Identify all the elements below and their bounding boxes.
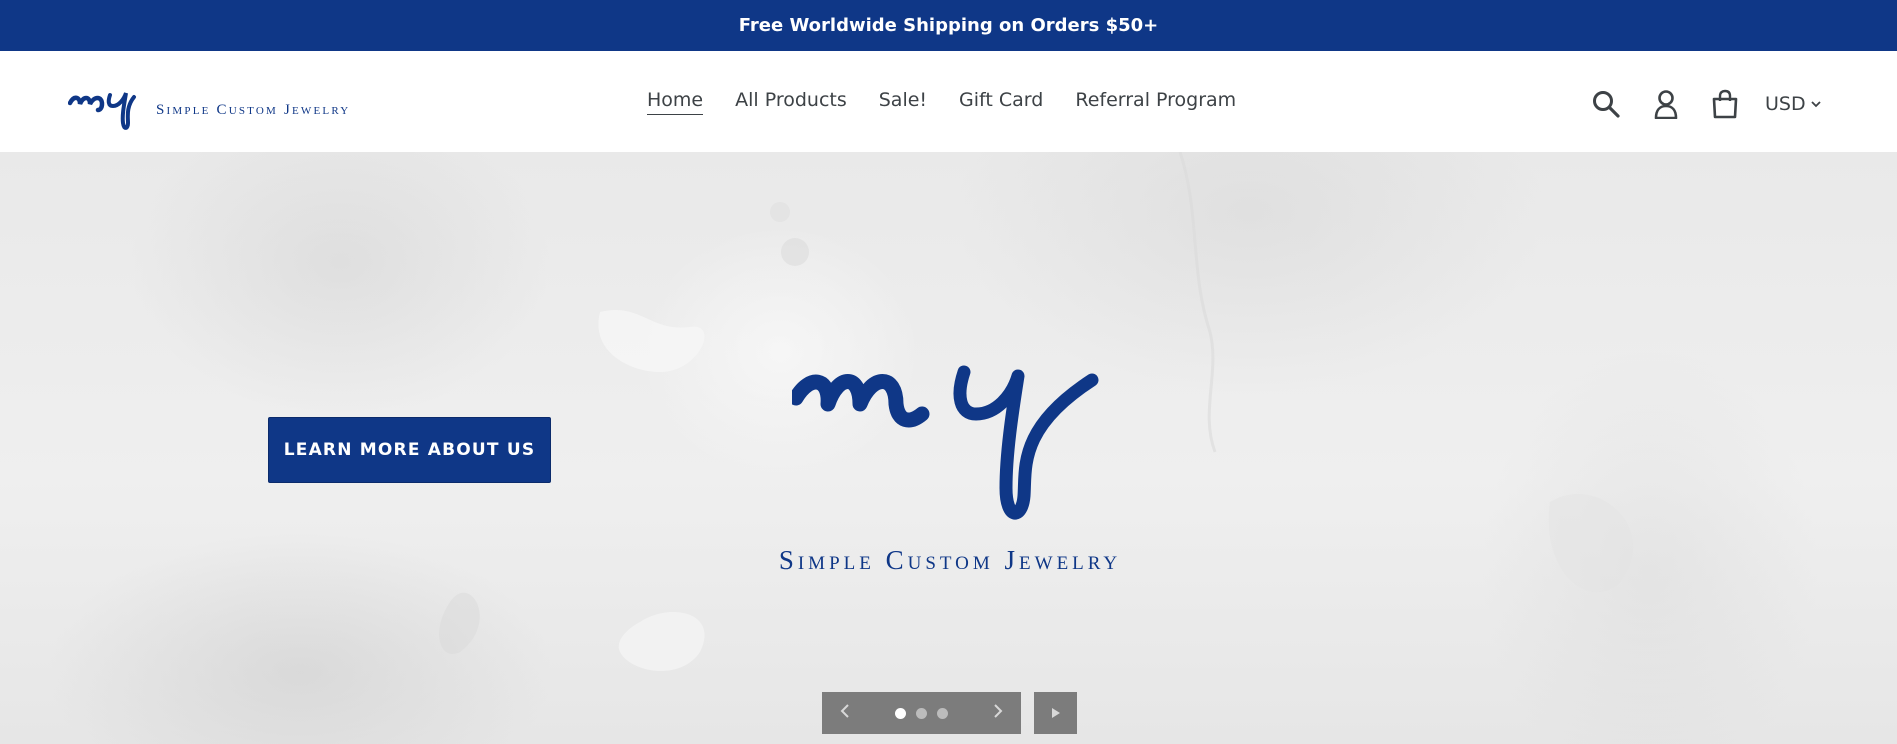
- learn-more-button[interactable]: LEARN MORE ABOUT US: [268, 417, 551, 483]
- chevron-down-icon: [1810, 101, 1821, 108]
- nav-gift-card[interactable]: Gift Card: [959, 89, 1043, 115]
- next-slide-button[interactable]: [993, 703, 1003, 723]
- cart-button[interactable]: [1708, 87, 1742, 121]
- hero-tagline: Simple Custom Jewelry: [778, 545, 1122, 575]
- nav-all-products[interactable]: All Products: [735, 89, 847, 115]
- slide-dots: [895, 707, 948, 719]
- play-icon: [1051, 708, 1060, 718]
- nav-home[interactable]: Home: [647, 89, 704, 115]
- currency-value: USD: [1765, 93, 1806, 115]
- hero-monogram-logo: [792, 365, 1099, 520]
- announcement-text: Free Worldwide Shipping on Orders $50+: [738, 15, 1159, 36]
- currency-selector[interactable]: USD: [1765, 93, 1822, 115]
- logo-wordmark: Simple Custom Jewelry: [156, 101, 351, 118]
- chevron-right-icon: [994, 703, 1003, 718]
- slide-dot-3[interactable]: [937, 707, 948, 719]
- slideshow-controls: [822, 692, 1021, 734]
- search-button[interactable]: [1589, 87, 1623, 121]
- account-icon: [1654, 90, 1678, 119]
- hero-slideshow: LEARN MORE ABOUT US Simple Custom Jewelr…: [0, 152, 1897, 744]
- monogram-logo-icon: [68, 92, 136, 130]
- chevron-left-icon: [840, 703, 849, 718]
- nav-referral-program[interactable]: Referral Program: [1075, 89, 1236, 115]
- cart-icon: [1712, 89, 1738, 119]
- main-nav: Home All Products Sale! Gift Card Referr…: [647, 89, 1236, 115]
- slide-dot-2[interactable]: [916, 707, 927, 719]
- account-button[interactable]: [1649, 87, 1683, 121]
- site-header: Simple Custom Jewelry Home All Products …: [0, 51, 1897, 152]
- announcement-bar: Free Worldwide Shipping on Orders $50+: [0, 0, 1897, 51]
- slide-dot-1[interactable]: [895, 707, 906, 719]
- pause-slideshow-button[interactable]: [1034, 692, 1077, 734]
- search-icon: [1593, 91, 1620, 118]
- nav-sale[interactable]: Sale!: [879, 89, 927, 115]
- previous-slide-button[interactable]: [840, 703, 850, 723]
- site-logo[interactable]: Simple Custom Jewelry: [68, 89, 350, 131]
